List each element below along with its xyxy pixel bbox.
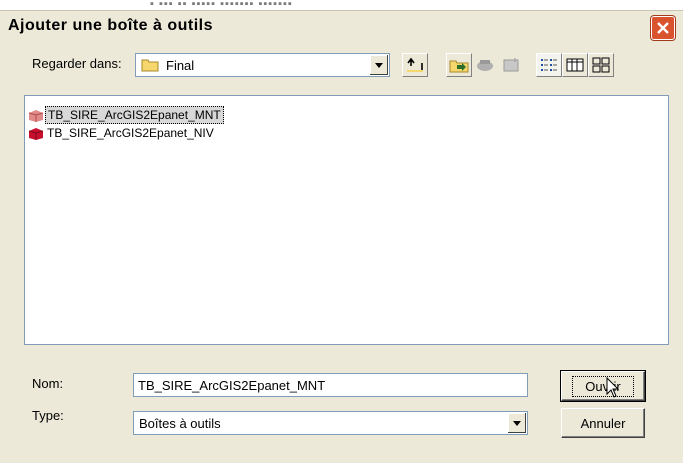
toolbox-icon <box>28 110 44 122</box>
close-button[interactable] <box>651 16 675 40</box>
lookin-value: Final <box>166 58 195 73</box>
new-folder-button[interactable] <box>498 53 524 77</box>
new-folder-icon <box>503 58 519 72</box>
type-label: Type: <box>32 408 64 423</box>
file-name: TB_SIRE_ArcGIS2Epanet_NIV <box>47 126 214 140</box>
thumbnail-view-icon <box>592 57 610 73</box>
file-name: TB_SIRE_ArcGIS2Epanet_MNT <box>45 106 224 124</box>
up-folder-icon <box>407 57 423 72</box>
name-field[interactable] <box>133 373 528 397</box>
type-dropdown-arrow[interactable] <box>507 413 526 433</box>
list-item[interactable]: TB_SIRE_ArcGIS2Epanet_NIV <box>25 124 216 142</box>
connect-folder-button[interactable] <box>446 53 472 77</box>
list-item[interactable]: TB_SIRE_ArcGIS2Epanet_MNT <box>25 106 224 124</box>
close-icon <box>657 22 669 34</box>
details-view-button[interactable] <box>562 53 588 77</box>
type-dropdown[interactable]: Boîtes à outils <box>133 411 528 435</box>
connect-folder-icon <box>449 60 469 73</box>
background-text: ▪ ▪▪▪ ▪▪ ▪▪▪▪▪ ▪▪▪▪▪▪▪ ▪▪▪▪▪▪▪ <box>150 0 293 10</box>
lookin-dropdown-arrow[interactable] <box>369 55 388 75</box>
cancel-button[interactable]: Annuler <box>561 408 645 438</box>
lookin-dropdown[interactable]: Final <box>135 53 390 77</box>
disconnect-icon <box>477 60 493 71</box>
add-toolbox-dialog: Ajouter une boîte à outils Regarder dans… <box>0 10 683 463</box>
mouse-cursor-icon <box>606 377 620 398</box>
name-label: Nom: <box>32 376 64 391</box>
chevron-down-icon <box>513 420 521 426</box>
cancel-button-label: Annuler <box>580 415 626 431</box>
list-view-icon <box>541 59 557 71</box>
list-view-button[interactable] <box>536 53 562 77</box>
disconnect-folder-button[interactable] <box>472 53 498 77</box>
toolbox-icon <box>28 128 44 140</box>
lookin-label: Regarder dans: <box>32 56 122 71</box>
thumbnail-view-button[interactable] <box>588 53 614 77</box>
details-view-icon <box>566 58 584 72</box>
type-value: Boîtes à outils <box>139 416 221 431</box>
file-list[interactable]: TB_SIRE_ArcGIS2Epanet_MNT TB_SIRE_ArcGIS… <box>24 95 669 345</box>
folder-icon <box>141 59 159 72</box>
title-bar: Ajouter une boîte à outils <box>0 11 683 43</box>
chevron-down-icon <box>375 62 383 68</box>
dialog-title: Ajouter une boîte à outils <box>8 17 214 34</box>
up-folder-button[interactable] <box>402 53 428 77</box>
